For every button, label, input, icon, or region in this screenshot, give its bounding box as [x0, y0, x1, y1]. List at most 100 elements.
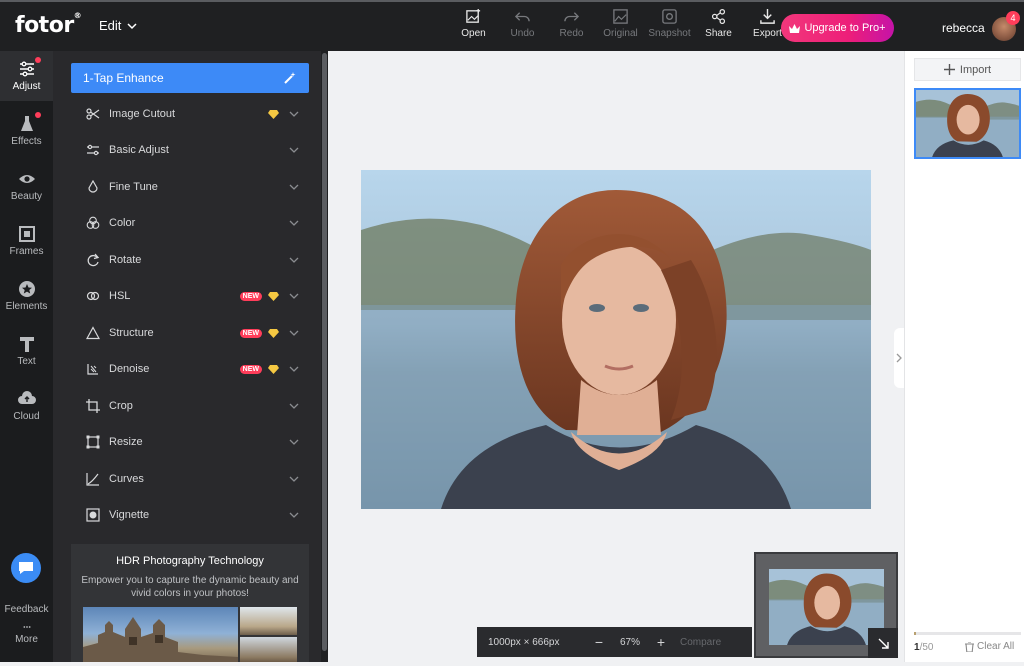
menu-denoise[interactable]: Denoise NEW — [71, 351, 309, 387]
chevron-down-icon — [289, 220, 299, 226]
menu-vignette[interactable]: Vignette — [71, 497, 309, 533]
chevron-down-icon — [289, 512, 299, 518]
main-photo[interactable] — [361, 170, 871, 509]
progress-fill — [914, 632, 917, 635]
undo-button[interactable]: Undo — [498, 8, 547, 39]
username[interactable]: rebecca — [942, 21, 985, 35]
hdr-sample-thumb — [240, 607, 297, 635]
frame-icon — [18, 226, 35, 242]
image-dimensions: 1000px × 666px — [488, 636, 560, 648]
hdr-sample-image — [83, 607, 238, 666]
chevron-right-icon — [896, 353, 902, 363]
menu-rotate[interactable]: Rotate — [71, 242, 309, 278]
nav-cloud[interactable]: Cloud — [0, 381, 53, 431]
one-tap-enhance-button[interactable]: 1-Tap Enhance — [71, 63, 309, 93]
new-tag: NEW — [239, 291, 262, 301]
expand-right-panel-tab[interactable] — [894, 328, 904, 388]
zoom-in-button[interactable]: + — [650, 634, 672, 650]
scrollbar-thumb[interactable] — [322, 53, 327, 651]
chevron-down-icon — [289, 330, 299, 336]
hsl-icon — [86, 291, 100, 301]
menu-structure[interactable]: Structure NEW — [71, 315, 309, 351]
more-dots-icon — [22, 626, 31, 628]
clear-all-button[interactable]: Clear All — [965, 641, 1014, 652]
compare-button[interactable]: Compare — [680, 637, 721, 648]
nav-frames[interactable]: Frames — [0, 216, 53, 266]
color-circles-icon — [86, 216, 100, 229]
redo-button[interactable]: Redo — [547, 8, 596, 39]
bottom-strip — [0, 662, 1024, 666]
menu-color[interactable]: Color — [71, 205, 309, 241]
chevron-down-icon — [289, 293, 299, 299]
chevron-down-icon — [289, 184, 299, 190]
redo-icon — [564, 12, 580, 22]
open-button[interactable]: Open — [449, 8, 498, 39]
panel-scrollbar[interactable] — [321, 51, 328, 666]
gem-icon — [268, 364, 279, 374]
castle-illustration — [83, 617, 238, 666]
chevron-down-icon — [289, 366, 299, 372]
image-plus-icon — [466, 8, 481, 23]
zoom-bar: 1000px × 666px − 67% + Compare — [477, 627, 752, 657]
toolbar: Open Undo Redo Original Snapshot Share E… — [449, 8, 792, 39]
menu-curves[interactable]: Curves — [71, 461, 309, 497]
menu-fine-tune[interactable]: Fine Tune — [71, 169, 309, 205]
new-tag: NEW — [239, 364, 262, 374]
curves-icon — [86, 473, 99, 486]
storage-progress-bar — [914, 632, 1021, 635]
minimap-collapse-button[interactable] — [868, 628, 898, 658]
vignette-icon — [86, 508, 100, 522]
nav-adjust[interactable]: Adjust — [0, 51, 53, 101]
resize-icon — [86, 435, 100, 449]
image-thumbnail[interactable] — [914, 88, 1021, 159]
drop-icon — [88, 180, 98, 193]
menu-image-cutout[interactable]: Image Cutout — [71, 96, 309, 132]
edit-menu[interactable]: Edit — [99, 18, 137, 33]
fotor-logo[interactable]: fotor® — [15, 11, 82, 38]
hdr-promo-card[interactable]: HDR Photography Technology Empower you t… — [71, 544, 309, 666]
chevron-down-icon — [289, 257, 299, 263]
menu-hsl[interactable]: HSL NEW — [71, 278, 309, 314]
gem-icon — [268, 109, 279, 119]
share-button[interactable]: Share — [694, 8, 743, 39]
gem-icon — [268, 328, 279, 338]
undo-icon — [514, 12, 530, 22]
crop-icon — [86, 399, 100, 413]
nav-more[interactable]: More — [0, 609, 53, 659]
arrow-down-right-icon — [878, 638, 889, 649]
original-button[interactable]: Original — [596, 8, 645, 39]
sliders-icon — [19, 61, 34, 77]
menu-crop[interactable]: Crop — [71, 388, 309, 424]
upgrade-button[interactable]: Upgrade to Pro+ — [781, 14, 894, 42]
import-button[interactable]: Import — [914, 58, 1021, 81]
eye-icon — [18, 175, 35, 183]
magic-wand-icon — [284, 72, 296, 84]
zoom-out-button[interactable]: − — [588, 634, 610, 650]
menu-basic-adjust[interactable]: Basic Adjust — [71, 132, 309, 168]
nav-effects[interactable]: Effects — [0, 106, 53, 156]
snapshot-button[interactable]: Snapshot — [645, 8, 694, 39]
star-icon — [18, 281, 35, 297]
nav-beauty[interactable]: Beauty — [0, 161, 53, 211]
rotate-icon — [87, 253, 100, 267]
nav-text[interactable]: Text — [0, 326, 53, 376]
hdr-title: HDR Photography Technology — [116, 555, 264, 567]
image-icon — [613, 9, 628, 24]
portrait-photo — [361, 170, 871, 509]
minimap-photo — [769, 569, 884, 645]
new-tag: NEW — [239, 328, 262, 338]
trash-icon — [965, 641, 974, 652]
flask-icon — [20, 116, 33, 131]
chevron-down-icon — [289, 439, 299, 445]
download-icon — [760, 8, 775, 24]
adjust-panel: 1-Tap Enhance Image Cutout Basic Adjust … — [53, 51, 321, 666]
menu-resize[interactable]: Resize — [71, 424, 309, 460]
edit-menu-label: Edit — [99, 18, 122, 33]
sliders-icon — [87, 144, 99, 156]
cloud-icon — [17, 391, 36, 404]
thumbnail-portrait — [916, 90, 1019, 157]
gem-icon — [268, 291, 279, 301]
minimap-portrait — [769, 569, 884, 645]
nav-elements[interactable]: Elements — [0, 271, 53, 321]
notification-badge[interactable]: 4 — [1006, 11, 1020, 25]
